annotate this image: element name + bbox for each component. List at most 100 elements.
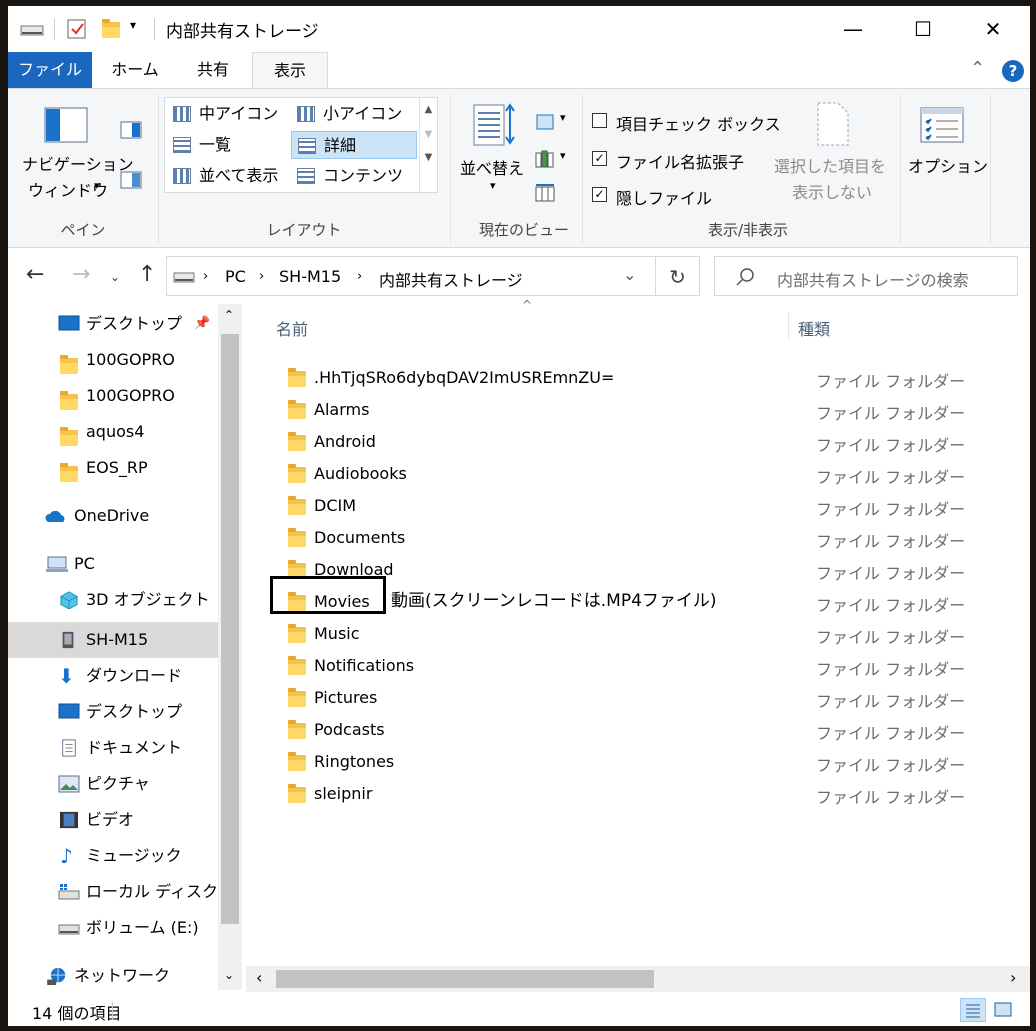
table-row[interactable]: sleipnir ファイル フォルダー [266, 778, 1006, 810]
expand-gallery-icon[interactable]: ▼ [420, 152, 437, 163]
chevron-right-icon[interactable]: › [203, 269, 208, 284]
table-row[interactable]: Ringtones ファイル フォルダー [266, 746, 1006, 778]
minimize-button[interactable]: — [818, 6, 888, 52]
nav-item-folder[interactable]: EOS_RP [8, 450, 218, 486]
table-row[interactable]: Audiobooks ファイル フォルダー [266, 458, 1006, 490]
chevron-right-icon[interactable]: › [357, 269, 362, 284]
breadcrumb-device[interactable]: SH-M15 [279, 267, 341, 286]
tab-file[interactable]: ファイル [8, 52, 92, 88]
back-arrow-icon[interactable]: ← [26, 262, 44, 287]
layout-small-icons[interactable]: 小アイコン [291, 100, 417, 128]
chevron-down-icon[interactable]: ▾ [560, 111, 566, 124]
nav-item-sh-m15[interactable]: SH-M15 [8, 622, 218, 658]
chevron-down-icon[interactable]: ▾ [130, 18, 136, 40]
scrollbar-thumb[interactable] [221, 334, 239, 924]
nav-item-desktop[interactable]: デスクトップ [8, 694, 218, 730]
breadcrumb-storage[interactable]: 内部共有ストレージ [379, 267, 523, 291]
size-columns-icon[interactable] [534, 183, 556, 203]
chevron-down-icon[interactable]: ⌄ [623, 265, 636, 284]
item-checkboxes-checkbox[interactable] [592, 113, 607, 128]
item-checkboxes-label[interactable]: 項目チェック ボックス [616, 111, 781, 135]
nav-item-network[interactable]: ネットワーク [8, 958, 218, 994]
tab-share[interactable]: 共有 [174, 52, 252, 88]
search-input[interactable]: 内部共有ストレージの検索 [714, 256, 1018, 296]
table-row[interactable]: Alarms ファイル フォルダー [266, 394, 1006, 426]
table-row[interactable]: Documents ファイル フォルダー [266, 522, 1006, 554]
nav-item-folder[interactable]: 100GOPRO [8, 342, 218, 378]
close-button[interactable]: ✕ [958, 6, 1028, 52]
chevron-down-icon[interactable]: ⌄ [110, 270, 120, 284]
pin-icon[interactable]: 📌 [194, 306, 210, 342]
collapse-ribbon-icon[interactable]: ⌃ [970, 58, 985, 79]
hide-selected-label-2[interactable]: 表示しない [792, 179, 872, 203]
layout-tiles[interactable]: 並べて表示 [167, 162, 289, 190]
file-extensions-checkbox[interactable]: ✓ [592, 151, 607, 166]
file-list-scrollbar[interactable]: ‹ › [246, 966, 1030, 992]
nav-item-pc[interactable]: PC [8, 546, 218, 582]
nav-pane-scrollbar[interactable]: ⌃ ⌄ [218, 304, 242, 990]
breadcrumb-pc[interactable]: PC [225, 267, 246, 286]
layout-list[interactable]: 一覧 [167, 131, 289, 159]
properties-icon[interactable] [66, 18, 88, 40]
layout-content[interactable]: コンテンツ [291, 162, 417, 190]
up-arrow-icon[interactable]: ↑ [138, 262, 156, 287]
chevron-up-icon[interactable]: ▲ [420, 104, 437, 115]
nav-item-pictures[interactable]: ピクチャ [8, 766, 218, 802]
address-bar[interactable]: › PC › SH-M15 › 内部共有ストレージ ⌄ [166, 256, 656, 296]
options-button[interactable]: オプション [908, 153, 988, 177]
chevron-down-icon[interactable]: ▾ [490, 179, 496, 192]
chevron-down-icon[interactable]: ▾ [94, 179, 100, 192]
scrollbar-thumb[interactable] [276, 970, 654, 988]
nav-item-volume-e[interactable]: ボリューム (E:) [8, 910, 218, 946]
refresh-button[interactable]: ↻ [656, 256, 700, 296]
tab-home[interactable]: ホーム [96, 52, 174, 88]
nav-item-onedrive[interactable]: OneDrive [8, 498, 218, 534]
group-by-icon[interactable] [534, 113, 556, 131]
nav-item-3d-objects[interactable]: 3D オブジェクト [8, 582, 218, 618]
chevron-down-icon[interactable]: ▾ [560, 149, 566, 162]
nav-item-videos[interactable]: ビデオ [8, 802, 218, 838]
file-extensions-label[interactable]: ファイル名拡張子 [616, 149, 744, 173]
nav-item-downloads[interactable]: ⬇ ダウンロード [8, 658, 218, 694]
table-row[interactable]: Pictures ファイル フォルダー [266, 682, 1006, 714]
hidden-items-label[interactable]: 隠しファイル [616, 185, 712, 209]
table-row[interactable]: .HhTjqSRo6dybqDAV2ImUSREmnZU= ファイル フォルダー [266, 362, 1006, 394]
chevron-right-icon[interactable]: › [259, 269, 264, 284]
table-row[interactable]: Notifications ファイル フォルダー [266, 650, 1006, 682]
nav-item-folder[interactable]: aquos4 [8, 414, 218, 450]
chevron-right-icon[interactable]: › [1010, 968, 1016, 987]
new-folder-icon[interactable] [102, 19, 120, 38]
chevron-up-icon[interactable]: ⌃ [224, 308, 234, 322]
large-icons-view-button[interactable] [990, 998, 1016, 1022]
table-row[interactable]: Music ファイル フォルダー [266, 618, 1006, 650]
sort-by-label[interactable]: 並べ替え [460, 155, 524, 179]
nav-item-desktop-pinned[interactable]: デスクトップ 📌 [8, 306, 218, 342]
forward-arrow-icon[interactable]: → [72, 262, 90, 287]
maximize-button[interactable]: ☐ [888, 6, 958, 52]
chevron-down-icon[interactable]: ▼ [420, 129, 437, 140]
drive-icon [20, 25, 44, 36]
help-icon[interactable]: ? [1002, 60, 1024, 82]
details-pane-icon[interactable] [120, 171, 142, 189]
column-header-type[interactable]: 種類 [798, 316, 830, 340]
nav-item-documents[interactable]: ドキュメント [8, 730, 218, 766]
chevron-left-icon[interactable]: ‹ [256, 968, 262, 987]
navigation-pane-label[interactable]: ナビゲーション [22, 151, 134, 175]
hidden-items-checkbox[interactable]: ✓ [592, 187, 607, 202]
details-view-button[interactable] [960, 998, 986, 1022]
layout-scroll[interactable]: ▲ ▼ ▼ [419, 98, 437, 192]
hide-selected-label[interactable]: 選択した項目を [774, 153, 886, 177]
add-columns-icon[interactable] [534, 149, 556, 169]
table-row[interactable]: Podcasts ファイル フォルダー [266, 714, 1006, 746]
layout-medium-icons[interactable]: 中アイコン [167, 100, 289, 128]
table-row[interactable]: Android ファイル フォルダー [266, 426, 1006, 458]
nav-item-folder[interactable]: 100GOPRO [8, 378, 218, 414]
chevron-down-icon[interactable]: ⌄ [224, 968, 234, 982]
tab-view[interactable]: 表示 [252, 52, 328, 88]
preview-pane-icon[interactable] [120, 121, 142, 139]
nav-item-music[interactable]: ♪ ミュージック [8, 838, 218, 874]
nav-item-local-disk[interactable]: ローカル ディスク (C [8, 874, 218, 910]
column-header-name[interactable]: 名前 [276, 316, 308, 340]
table-row[interactable]: DCIM ファイル フォルダー [266, 490, 1006, 522]
layout-details[interactable]: 詳細 [291, 131, 417, 159]
